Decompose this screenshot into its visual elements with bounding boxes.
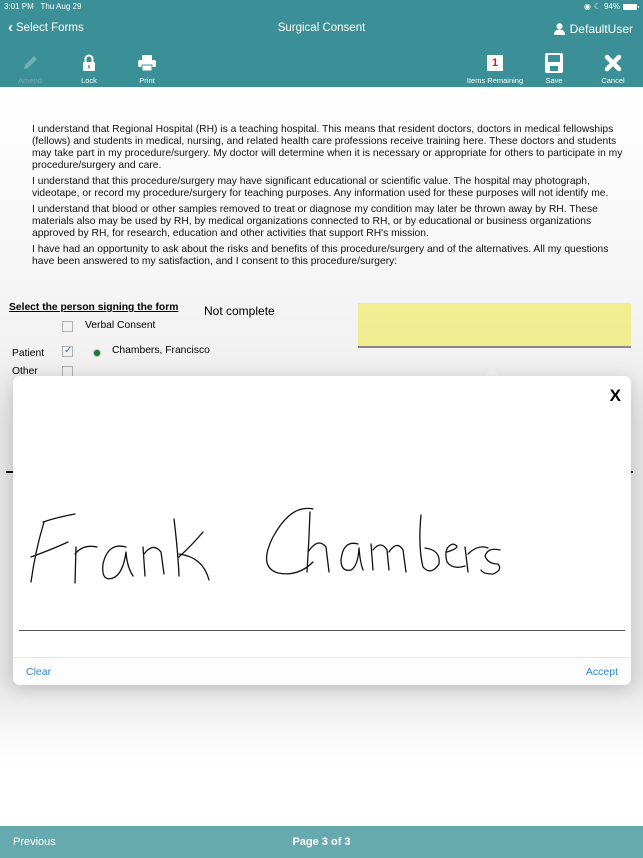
verbal-consent-checkbox[interactable]	[62, 321, 73, 332]
signature-stroke	[42, 513, 76, 523]
page-indicator: Page 3 of 3	[292, 836, 351, 848]
signature-stroke	[419, 514, 440, 572]
completion-status: Not complete	[204, 304, 275, 318]
signature-field[interactable]	[358, 303, 631, 348]
page-footer: Previous Page 3 of 3	[0, 826, 643, 858]
time-text: 3:01 PM	[4, 2, 34, 11]
signature-stroke	[173, 518, 210, 581]
lock-button[interactable]: Lock	[59, 52, 119, 85]
cancel-button[interactable]: Cancel	[583, 52, 643, 85]
status-indicators: ◉ ☾ 94%	[583, 2, 639, 11]
patient-label: Patient	[12, 348, 45, 359]
lock-icon	[83, 54, 95, 71]
toolbar: Amend Lock Print 1 Items Remaining Save …	[0, 52, 643, 86]
signature-stroke	[102, 545, 134, 580]
save-button[interactable]: Save	[524, 52, 584, 85]
signature-stroke	[464, 546, 489, 573]
printer-icon	[138, 55, 156, 72]
signature-stroke	[142, 546, 165, 577]
print-button[interactable]: Print	[117, 52, 177, 85]
signature-stroke	[266, 507, 314, 575]
battery-icon	[623, 3, 639, 10]
signature-stroke	[30, 521, 45, 583]
date-text: Thu Aug 29	[40, 2, 82, 11]
page-title: Surgical Consent	[277, 22, 366, 34]
line-marker	[631, 471, 633, 473]
signature-stroke	[306, 511, 330, 573]
verbal-consent-label: Verbal Consent	[85, 320, 156, 331]
popover-footer: Clear Accept	[13, 657, 631, 685]
battery-percent: 94%	[603, 2, 620, 11]
amend-label: Amend	[18, 76, 42, 85]
signer-section: Select the person signing the form Not c…	[0, 298, 643, 378]
user-icon	[553, 23, 565, 35]
user-name: DefaultUser	[569, 22, 633, 36]
cancel-label: Cancel	[601, 76, 625, 85]
save-icon	[545, 53, 563, 73]
signature-stroke	[340, 542, 364, 571]
close-icon	[604, 54, 622, 72]
status-bar: 3:01 PM Thu Aug 29 ◉ ☾ 94%	[0, 0, 643, 12]
clear-button[interactable]: Clear	[26, 666, 51, 678]
wifi-icon: ◉	[583, 2, 591, 11]
amend-button[interactable]: Amend	[0, 52, 60, 85]
user-button[interactable]: DefaultUser	[553, 22, 633, 36]
consent-paragraph: I understand that blood or other samples…	[32, 204, 598, 239]
status-time: 3:01 PM Thu Aug 29	[4, 2, 81, 11]
patient-radio[interactable]	[93, 349, 101, 357]
items-remaining-label: Items Remaining	[466, 76, 524, 85]
patient-checkbox[interactable]	[62, 345, 73, 357]
signature-popover: X Clear Accept	[13, 376, 631, 685]
signature-canvas[interactable]	[13, 492, 631, 592]
consent-paragraph: I have had an opportunity to ask about t…	[32, 244, 609, 267]
consent-paragraph: I understand that this procedure/surgery…	[32, 176, 609, 199]
signature-stroke	[445, 543, 466, 568]
consent-text: I understand that Regional Hospital (RH)…	[32, 124, 632, 272]
items-remaining-button[interactable]: 1 Items Remaining	[465, 52, 525, 85]
nav-bar: ‹ Select Forms Surgical Consent DefaultU…	[0, 18, 643, 42]
patient-name: Chambers, Francisco	[112, 345, 210, 356]
pencil-icon	[24, 56, 37, 69]
signature-baseline	[19, 630, 625, 631]
items-remaining-badge: 1	[487, 55, 503, 71]
save-label: Save	[545, 76, 563, 85]
signature-strokes	[30, 507, 501, 584]
signature-stroke	[74, 545, 98, 584]
print-label: Print	[139, 76, 155, 85]
signature-stroke	[480, 548, 501, 575]
consent-paragraph: I understand that Regional Hospital (RH)…	[32, 124, 623, 171]
signature-stroke	[370, 543, 407, 573]
close-popover-button[interactable]: X	[610, 386, 621, 406]
app-header: 3:01 PM Thu Aug 29 ◉ ☾ 94% ‹ Select Form…	[0, 0, 643, 87]
accept-button[interactable]: Accept	[586, 666, 618, 678]
moon-icon: ☾	[593, 2, 601, 11]
lock-label: Lock	[81, 76, 97, 85]
signer-heading: Select the person signing the form	[9, 302, 179, 313]
